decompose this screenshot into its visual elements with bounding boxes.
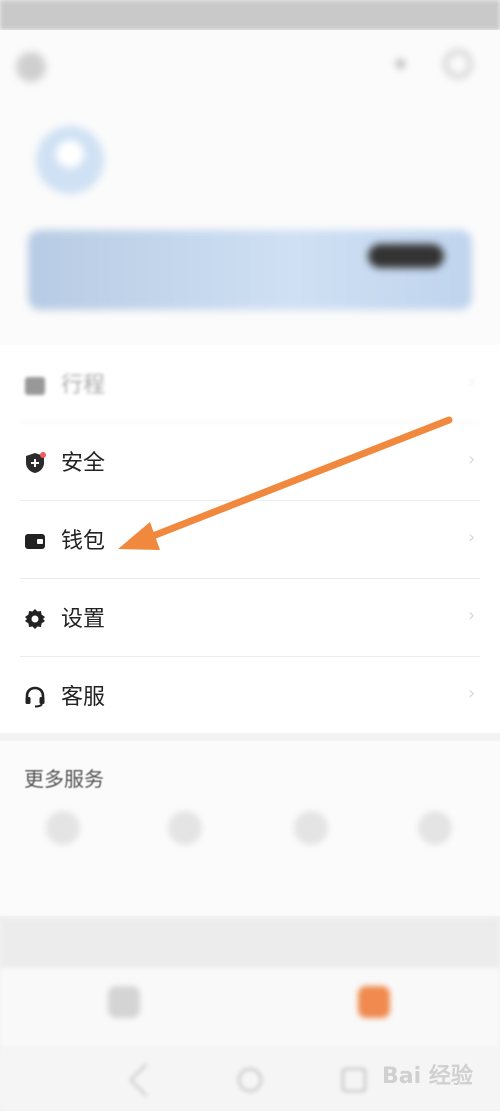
menu-item-settings[interactable]: 设置 ›: [0, 579, 500, 657]
calendar-icon: [25, 377, 45, 395]
chevron-right-icon: ›: [468, 371, 476, 392]
menu-item-wallet[interactable]: 钱包 ›: [0, 501, 500, 579]
menu-list: 行程 › 安全 › 钱包 › 设置 › 客服 ›: [0, 345, 500, 733]
menu-item-label: 设置: [61, 607, 106, 632]
grid-icon: [294, 811, 328, 845]
service-item[interactable]: [130, 811, 240, 891]
home-nav-icon[interactable]: [238, 1068, 262, 1092]
back-icon[interactable]: [129, 1063, 163, 1097]
scan-icon[interactable]: [16, 52, 46, 82]
chevron-right-icon: ›: [468, 449, 476, 470]
menu-item-trip[interactable]: 行程 ›: [0, 345, 500, 423]
service-item[interactable]: [380, 811, 490, 891]
watermark-logo: Bai 经验: [382, 1064, 473, 1089]
headset-icon: [25, 686, 45, 708]
service-item[interactable]: [256, 811, 366, 891]
tab-home[interactable]: [94, 986, 154, 1024]
profile-icon: [358, 986, 390, 1018]
vip-banner[interactable]: [28, 230, 472, 310]
tab-bar: [0, 968, 500, 1048]
chevron-right-icon: ›: [468, 605, 476, 626]
service-item[interactable]: [8, 811, 118, 891]
recents-icon[interactable]: [342, 1068, 366, 1092]
menu-item-label: 行程: [61, 373, 106, 398]
menu-item-security[interactable]: 安全 ›: [0, 423, 500, 501]
vip-button[interactable]: [368, 244, 444, 268]
menu-item-label: 钱包: [61, 529, 106, 554]
chevron-right-icon: ›: [468, 527, 476, 548]
menu-item-label: 客服: [61, 685, 106, 710]
menu-item-customer-service[interactable]: 客服 ›: [0, 657, 500, 735]
wallet-icon: [25, 534, 45, 549]
status-bar: [0, 0, 500, 30]
more-services: 更多服务: [0, 741, 500, 916]
tab-mine[interactable]: [344, 986, 404, 1024]
gear-icon[interactable]: [444, 50, 472, 78]
home-icon: [108, 986, 140, 1018]
chevron-right-icon: ›: [468, 683, 476, 704]
person-icon: [168, 811, 202, 845]
box-icon: [418, 811, 452, 845]
gear-icon: [25, 609, 45, 629]
avatar[interactable]: [36, 126, 104, 194]
shield-icon: [26, 452, 46, 473]
profile-header: ▾: [0, 30, 500, 350]
more-services-title: 更多服务: [24, 767, 104, 791]
chevron-down-icon[interactable]: ▾: [396, 54, 405, 75]
footer-strip: [0, 918, 500, 970]
menu-item-label: 安全: [61, 451, 106, 476]
cart-icon: [46, 811, 80, 845]
